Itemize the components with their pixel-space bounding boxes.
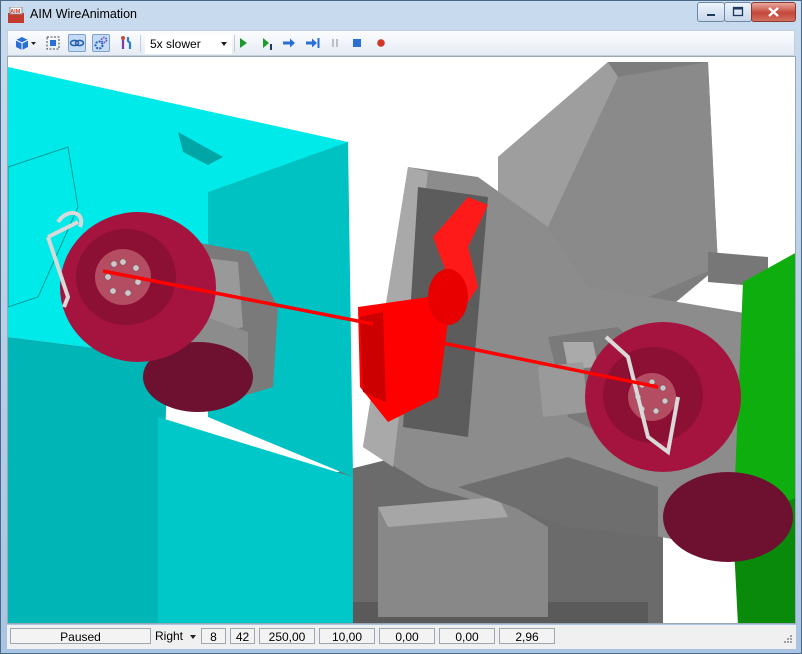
chevron-down-icon bbox=[221, 42, 227, 46]
status-field-1: 8 bbox=[201, 628, 226, 644]
gear-icon bbox=[94, 36, 108, 50]
status-field-6: 0,00 bbox=[439, 628, 495, 644]
pause-icon bbox=[332, 39, 338, 47]
status-field-5: 0,00 bbox=[379, 628, 435, 644]
wire-animation-scene bbox=[8, 57, 795, 623]
speed-dropdown[interactable]: 5x slower bbox=[145, 34, 232, 54]
forward-icon bbox=[283, 38, 295, 48]
record-icon bbox=[377, 39, 385, 47]
resize-grip-icon[interactable] bbox=[781, 634, 793, 646]
toolbar: 5x slower bbox=[7, 30, 795, 56]
skip-end-button[interactable] bbox=[304, 34, 322, 52]
3d-viewport[interactable] bbox=[7, 56, 796, 624]
stop-button[interactable] bbox=[348, 34, 366, 52]
status-field-3: 250,00 bbox=[259, 628, 315, 644]
record-button[interactable] bbox=[372, 34, 390, 52]
status-field-2: 42 bbox=[230, 628, 255, 644]
view-selector[interactable]: Right bbox=[155, 628, 199, 644]
fit-view-button[interactable] bbox=[44, 34, 62, 52]
stop-icon bbox=[353, 39, 361, 47]
view-label: Right bbox=[155, 629, 184, 643]
maximize-button[interactable] bbox=[724, 2, 752, 22]
view-cube-icon bbox=[15, 37, 36, 50]
close-icon bbox=[768, 7, 779, 17]
title-bar[interactable]: AIM AIM WireAnimation bbox=[1, 1, 801, 29]
forward-button[interactable] bbox=[280, 34, 298, 52]
pause-button[interactable] bbox=[326, 34, 344, 52]
status-field-7: 2,96 bbox=[499, 628, 555, 644]
play-button[interactable] bbox=[234, 34, 252, 52]
fit-view-icon bbox=[46, 36, 60, 50]
step-button[interactable] bbox=[258, 34, 276, 52]
status-bar: Paused Right 8 42 250,00 10,00 0,00 0,00… bbox=[7, 625, 796, 649]
tools-icon bbox=[121, 36, 132, 49]
app-logo-icon: AIM bbox=[8, 7, 24, 23]
step-icon bbox=[263, 38, 272, 50]
link-icon bbox=[69, 39, 85, 47]
settings-button[interactable] bbox=[92, 34, 110, 52]
maximize-icon bbox=[732, 6, 744, 17]
play-icon bbox=[240, 38, 247, 48]
status-field-4: 10,00 bbox=[319, 628, 375, 644]
view-cube-button[interactable] bbox=[12, 34, 40, 52]
app-window: AIM AIM WireAnimation 5x slower Paused R… bbox=[0, 0, 802, 654]
speed-value: 5x slower bbox=[150, 37, 201, 51]
chevron-down-icon bbox=[190, 635, 196, 639]
window-title: AIM WireAnimation bbox=[30, 7, 137, 21]
status-state: Paused bbox=[10, 628, 151, 644]
tools-button[interactable] bbox=[118, 34, 136, 52]
skip-end-icon bbox=[306, 38, 320, 48]
close-button[interactable] bbox=[751, 2, 796, 22]
minimize-icon bbox=[707, 14, 715, 16]
minimize-button[interactable] bbox=[697, 2, 725, 22]
svg-text:AIM: AIM bbox=[10, 9, 21, 15]
link-button[interactable] bbox=[68, 34, 86, 52]
